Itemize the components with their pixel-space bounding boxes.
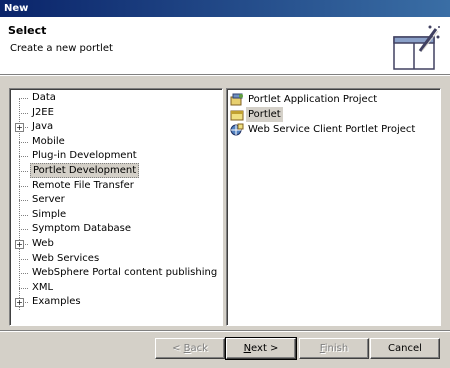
tree-connector xyxy=(19,258,28,260)
tree-connector xyxy=(19,185,28,187)
expand-icon[interactable]: + xyxy=(15,240,24,249)
tree-item[interactable]: Mobile xyxy=(10,135,215,149)
tree-connector xyxy=(19,112,28,114)
wizard-list-item-label: Web Service Client Portlet Project xyxy=(248,124,416,135)
tree-item[interactable]: + Examples xyxy=(10,295,215,309)
wizard-banner: Select Create a new portlet xyxy=(0,17,450,75)
finish-button[interactable]: Finish xyxy=(299,338,369,359)
wizard-list-item[interactable]: Portlet Application Project xyxy=(230,92,435,107)
tree-item-label: XML xyxy=(32,281,54,293)
portlet-icon xyxy=(230,108,244,121)
tree-connector xyxy=(19,214,28,216)
tree-item-label: Server xyxy=(32,194,65,206)
tree-item-label: Java xyxy=(32,121,54,133)
tree-item-label: Mobile xyxy=(32,135,65,147)
page-description: Create a new portlet xyxy=(10,43,113,54)
tree-item-label: Remote File Transfer xyxy=(32,179,134,191)
web-service-client-portlet-icon xyxy=(230,123,244,136)
tree-connector xyxy=(19,171,28,172)
wizard-list-item-label: Portlet Application Project xyxy=(248,94,378,105)
portlet-application-project-icon xyxy=(230,93,244,106)
tree-connector xyxy=(19,287,28,289)
tree-item[interactable]: Simple xyxy=(10,208,215,222)
tree-connector xyxy=(19,229,28,231)
tree-connector xyxy=(19,200,28,202)
tree-item[interactable]: Web Services xyxy=(10,252,215,266)
wizard-list[interactable]: Portlet Application Project Portlet Web Se… xyxy=(226,88,441,326)
tree-item[interactable]: WebSphere Portal content publishing xyxy=(10,266,217,280)
title-bar: New xyxy=(0,0,450,17)
next-button-mnemonic: N xyxy=(243,343,252,354)
wizard-list-item[interactable]: Web Service Client Portlet Project xyxy=(230,122,435,137)
tree-item-label: Examples xyxy=(32,296,81,308)
next-button[interactable]: Next > xyxy=(225,337,297,360)
finish-button-suffix: inish xyxy=(324,343,349,354)
tree-item-label: WebSphere Portal content publishing xyxy=(32,267,218,279)
next-button-suffix: ext > xyxy=(251,343,279,354)
tree-item-label: Portlet Development xyxy=(30,163,140,178)
page-heading: Select xyxy=(8,24,47,37)
tree-connector xyxy=(19,156,28,158)
tree-item[interactable]: Remote File Transfer xyxy=(10,179,215,193)
tree-item-label: Web xyxy=(32,238,54,249)
tree-item-label: Plug-in Development xyxy=(32,150,137,162)
wizard-list-item[interactable]: Portlet xyxy=(230,107,435,122)
tree-item-label: Simple xyxy=(32,208,67,220)
cancel-button[interactable]: Cancel xyxy=(370,338,440,359)
back-button[interactable]: < Back xyxy=(155,338,225,359)
tree-item-label: Web Services xyxy=(32,252,100,264)
tree-item[interactable]: + Java xyxy=(10,120,215,134)
tree-connector xyxy=(19,98,28,99)
tree-connector xyxy=(19,273,28,275)
tree-item-label: J2EE xyxy=(32,106,54,118)
expand-icon[interactable]: + xyxy=(15,298,24,308)
banner-separator xyxy=(0,75,450,76)
back-button-prefix: < xyxy=(172,343,184,354)
tree-item-label: Data xyxy=(32,92,56,103)
back-button-suffix: ack xyxy=(190,343,208,354)
new-wizard-icon xyxy=(393,25,440,70)
wizard-list-item-label: Portlet xyxy=(246,107,283,122)
tree-item[interactable]: + Web xyxy=(10,237,215,251)
tree-connector xyxy=(19,141,28,143)
tree-item[interactable]: Server xyxy=(10,193,215,207)
tree-item[interactable]: XML xyxy=(10,281,215,295)
tree-item[interactable]: Data xyxy=(10,91,215,105)
tree-item[interactable]: J2EE xyxy=(10,106,215,120)
button-bar-separator-highlight xyxy=(0,331,450,332)
tree-item-label: Symptom Database xyxy=(32,223,132,235)
wizard-category-tree[interactable]: Data J2EE + Java Mobile Plug-in Development Po… xyxy=(9,88,223,326)
tree-item[interactable]: Plug-in Development xyxy=(10,149,215,163)
back-button-mnemonic: B xyxy=(183,343,191,354)
tree-item[interactable]: Portlet Development xyxy=(10,163,215,178)
tree-item[interactable]: Symptom Database xyxy=(10,222,215,236)
expand-icon[interactable]: + xyxy=(15,123,24,133)
window-title: New xyxy=(4,3,29,14)
